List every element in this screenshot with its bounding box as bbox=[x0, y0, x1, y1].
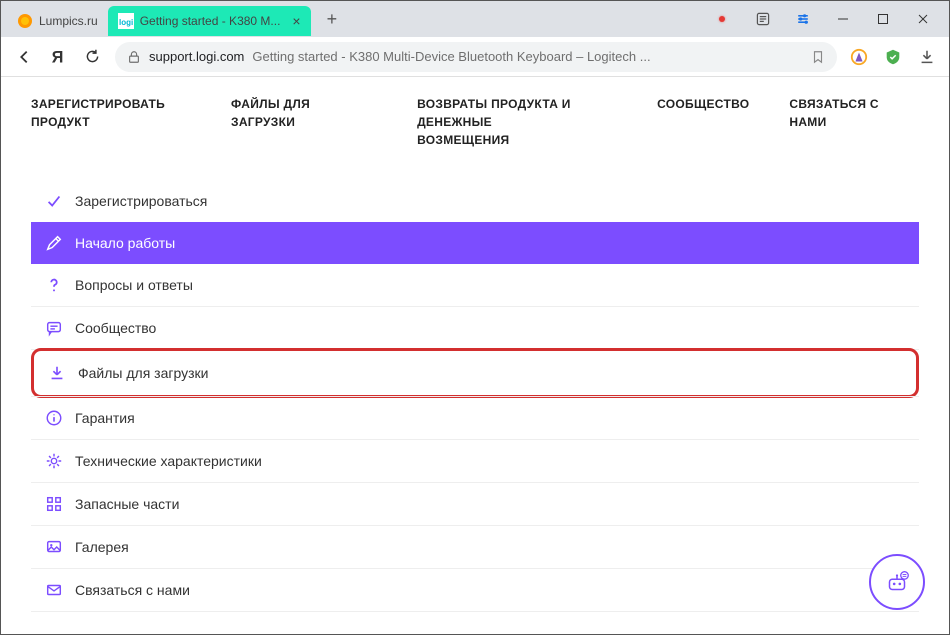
browser-tab-logi[interactable]: logi Getting started - K380 M... × bbox=[108, 6, 311, 36]
svg-text:logi: logi bbox=[119, 18, 133, 27]
nav-register-product[interactable]: ЗАРЕГИСТРИРОВАТЬ ПРОДУКТ bbox=[31, 95, 191, 131]
chrome-menu-icon[interactable] bbox=[703, 1, 743, 37]
downloads-button[interactable] bbox=[917, 47, 937, 67]
sidebar-item-label: Технические характеристики bbox=[75, 453, 262, 469]
favicon-lumpics bbox=[17, 13, 33, 29]
svg-text:Я: Я bbox=[52, 48, 64, 66]
sidebar-list: Зарегистрироваться Начало работы Вопросы… bbox=[1, 164, 949, 612]
sidebar-item-specs[interactable]: Технические характеристики bbox=[31, 440, 919, 482]
new-tab-button[interactable]: + bbox=[319, 9, 346, 30]
shield-icon[interactable] bbox=[883, 47, 903, 67]
sidebar-item-label: Запасные части bbox=[75, 496, 179, 512]
sidebar-item-community[interactable]: Сообщество bbox=[31, 307, 919, 349]
favicon-logi: logi bbox=[118, 13, 134, 29]
settings-slider-icon[interactable] bbox=[783, 1, 823, 37]
window-maximize-button[interactable] bbox=[863, 1, 903, 37]
sidebar-item-label: Галерея bbox=[75, 539, 129, 555]
question-icon bbox=[45, 276, 63, 294]
sidebar-item-label: Зарегистрироваться bbox=[75, 193, 207, 209]
reload-button[interactable] bbox=[81, 46, 103, 68]
sidebar-item-label: Начало работы bbox=[75, 235, 175, 251]
chat-icon bbox=[45, 319, 63, 337]
sidebar-item-label: Связаться с нами bbox=[75, 582, 190, 598]
window-controls bbox=[703, 1, 943, 37]
info-circle-icon bbox=[45, 409, 63, 427]
sidebar-item-label: Файлы для загрузки bbox=[78, 365, 208, 381]
url-path: Getting started - K380 Multi-Device Blue… bbox=[252, 49, 650, 64]
lock-icon bbox=[127, 50, 141, 64]
reader-icon[interactable] bbox=[743, 1, 783, 37]
mail-icon bbox=[45, 581, 63, 599]
bookmark-icon[interactable] bbox=[811, 50, 825, 64]
sidebar-item-label: Сообщество bbox=[75, 320, 156, 336]
sidebar-item-faq[interactable]: Вопросы и ответы bbox=[31, 264, 919, 306]
sidebar-item-label: Вопросы и ответы bbox=[75, 277, 193, 293]
sidebar-item-register[interactable]: Зарегистрироваться bbox=[31, 180, 919, 222]
highlighted-download-item: Файлы для загрузки bbox=[31, 348, 919, 398]
tab-title: Lumpics.ru bbox=[39, 14, 98, 28]
nav-community[interactable]: СООБЩЕСТВО bbox=[657, 95, 749, 113]
url-domain: support.logi.com bbox=[149, 49, 244, 64]
sidebar-item-label: Гарантия bbox=[75, 410, 135, 426]
sidebar-item-downloads[interactable]: Файлы для загрузки bbox=[34, 353, 916, 393]
yandex-logo-icon[interactable]: Я bbox=[47, 46, 69, 68]
pencil-icon bbox=[45, 234, 63, 252]
sidebar-item-warranty[interactable]: Гарантия bbox=[31, 397, 919, 439]
nav-returns[interactable]: ВОЗВРАТЫ ПРОДУКТА И ДЕНЕЖНЫЕ ВОЗМЕЩЕНИЯ bbox=[417, 95, 577, 149]
back-button[interactable] bbox=[13, 46, 35, 68]
page-top-nav: ЗАРЕГИСТРИРОВАТЬ ПРОДУКТ ФАЙЛЫ ДЛЯ ЗАГРУ… bbox=[1, 77, 949, 164]
sidebar-item-getting-started[interactable]: Начало работы bbox=[31, 222, 919, 264]
extension-icons bbox=[849, 47, 937, 67]
download-icon bbox=[48, 364, 66, 382]
gallery-icon bbox=[45, 538, 63, 556]
browser-address-bar: Я support.logi.com Getting started - K38… bbox=[1, 37, 949, 77]
sidebar-item-spare-parts[interactable]: Запасные части bbox=[31, 483, 919, 525]
browser-tab-lumpics[interactable]: Lumpics.ru bbox=[7, 6, 108, 36]
tab-title: Getting started - K380 M... bbox=[140, 14, 281, 28]
alice-icon[interactable] bbox=[849, 47, 869, 67]
close-icon[interactable]: × bbox=[292, 13, 300, 29]
sidebar-item-gallery[interactable]: Галерея bbox=[31, 526, 919, 568]
chat-fab-button[interactable] bbox=[869, 554, 925, 610]
sidebar-item-contact[interactable]: Связаться с нами bbox=[31, 569, 919, 611]
window-close-button[interactable] bbox=[903, 1, 943, 37]
url-field[interactable]: support.logi.com Getting started - K380 … bbox=[115, 42, 837, 72]
window-minimize-button[interactable] bbox=[823, 1, 863, 37]
grid-icon bbox=[45, 495, 63, 513]
browser-tab-strip: Lumpics.ru logi Getting started - K380 M… bbox=[1, 1, 949, 37]
gear-icon bbox=[45, 452, 63, 470]
check-icon bbox=[45, 192, 63, 210]
nav-downloads[interactable]: ФАЙЛЫ ДЛЯ ЗАГРУЗКИ bbox=[231, 95, 377, 131]
nav-contact[interactable]: СВЯЗАТЬСЯ С НАМИ bbox=[789, 95, 919, 131]
